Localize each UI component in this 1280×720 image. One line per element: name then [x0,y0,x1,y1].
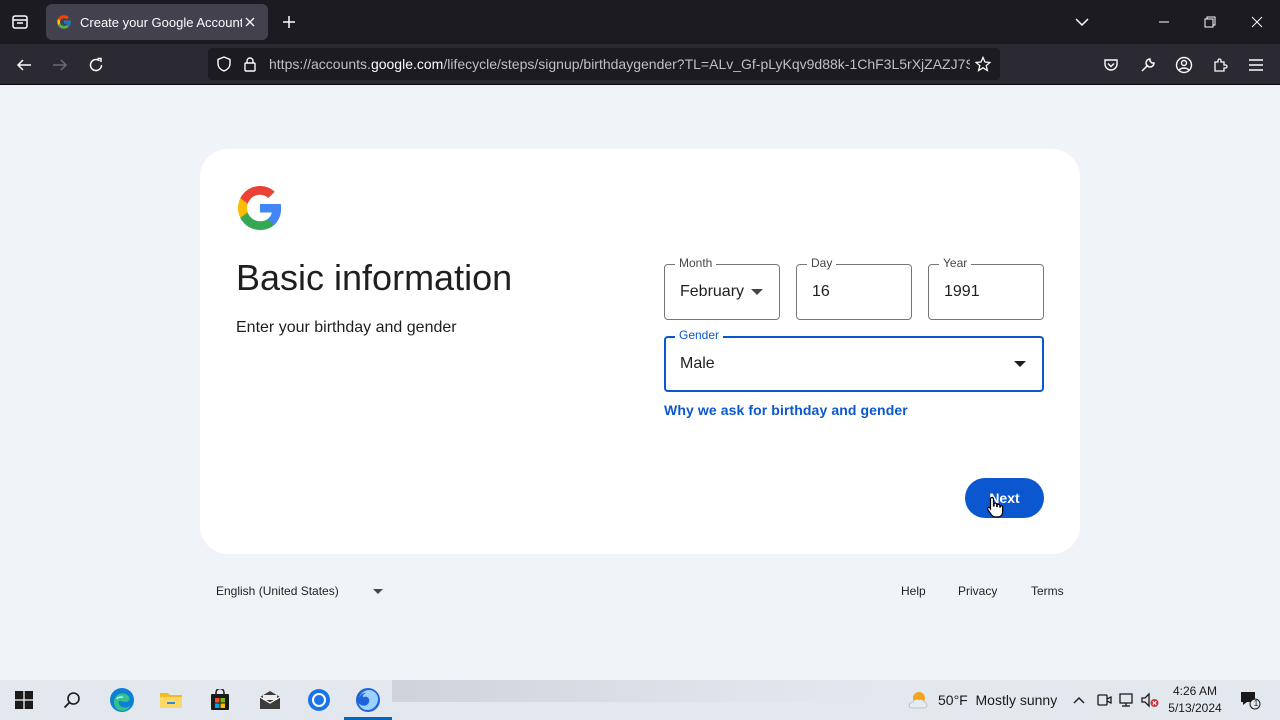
search-icon[interactable] [50,682,94,718]
new-tab-plus-icon[interactable] [278,11,300,33]
volume-muted-icon[interactable] [1140,690,1160,710]
year-label: Year [939,256,972,270]
google-logo-icon [236,184,284,232]
account-icon[interactable] [1171,52,1197,78]
restore-icon[interactable] [1198,10,1222,34]
page-title: Basic information [236,257,513,298]
browser-nav-bar: https://accounts.google.com/lifecycle/st… [0,44,1280,85]
pocket-icon[interactable] [1098,52,1124,78]
privacy-link[interactable]: Privacy [958,579,997,603]
weather-temperature: 50°F [938,692,968,708]
weather-description: Mostly sunny [975,692,1058,708]
month-label: Month [675,256,717,270]
mail-icon[interactable] [248,682,292,718]
taskbar-blur-region [392,680,892,702]
day-input[interactable]: Day 16 [796,256,912,320]
month-select[interactable]: Month February [664,256,780,320]
lock-icon[interactable] [237,51,263,77]
extensions-puzzle-icon[interactable] [1207,52,1233,78]
browser-tab-bar: Create your Google Account [0,0,1280,44]
gender-value: Male [680,355,715,372]
weather-text[interactable]: 50°F Mostly sunny [938,692,1057,708]
google-favicon-icon [56,14,72,30]
gender-label: Gender [675,328,724,342]
meet-now-icon[interactable] [1094,690,1114,710]
file-explorer-icon[interactable] [149,682,193,718]
clock-date: 5/13/2024 [1168,701,1222,715]
minimize-icon[interactable] [1152,10,1176,34]
url-path: /lifecycle/steps/signup/birthdaygender?T… [443,56,970,72]
edge-browser-icon[interactable] [100,682,144,718]
day-value: 16 [812,283,830,300]
notification-count: 1 [1253,699,1259,708]
notification-center-icon[interactable]: 1 [1238,690,1262,710]
terms-link[interactable]: Terms [1031,579,1064,603]
bookmark-star-icon[interactable] [970,51,996,77]
partly-sunny-weather-icon[interactable] [906,688,930,712]
year-input[interactable]: Year 1991 [928,256,1044,320]
windows-taskbar: 50°F Mostly sunny 4:26 AM 5/13/2024 1 [0,680,1280,720]
year-value: 1991 [944,283,980,300]
page-footer: English (United States) Help Privacy Ter… [0,579,1280,603]
language-select[interactable]: English (United States) [216,579,339,603]
help-link[interactable]: Help [901,579,926,603]
gender-select[interactable]: Gender Male [664,328,1044,392]
why-we-ask-link[interactable]: Why we ask for birthday and gender [664,402,908,418]
network-icon[interactable] [1117,690,1137,710]
signup-card: Basic information Enter your birthday an… [200,149,1080,554]
shield-icon[interactable] [211,51,237,77]
gender-dropdown-caret-icon [1008,352,1032,376]
url-domain: google.com [370,56,444,72]
page-subtitle: Enter your birthday and gender [236,319,457,336]
chevron-up-icon[interactable] [1069,690,1089,710]
month-value: February [680,283,745,300]
tab-list-icon[interactable] [8,10,32,34]
tab-title: Create your Google Account [80,14,242,30]
microsoft-store-icon[interactable] [198,682,242,718]
language-caret-icon[interactable] [370,583,386,599]
language-value: English (United States) [216,584,339,598]
wrench-icon[interactable] [1135,52,1161,78]
day-label: Day [807,256,837,270]
windows-start-icon[interactable] [2,682,46,718]
url-text[interactable]: https://accounts.google.com/lifecycle/st… [269,56,970,72]
clock-time: 4:26 AM [1172,684,1218,698]
chrome-browser-icon[interactable] [297,682,341,718]
reload-icon[interactable] [83,52,109,78]
page-content: Basic information Enter your birthday an… [0,85,1280,680]
system-clock[interactable]: 4:26 AM 5/13/2024 [1162,683,1228,717]
month-dropdown-caret-icon [745,280,769,304]
firefox-browser-icon[interactable] [346,682,390,718]
close-window-icon[interactable] [1245,10,1269,34]
back-arrow-icon[interactable] [11,52,37,78]
hamburger-menu-icon[interactable] [1243,52,1269,78]
chevron-down-icon[interactable] [1072,12,1092,32]
browser-tab-active[interactable]: Create your Google Account [46,4,268,40]
url-prefix: https://accounts. [269,56,371,72]
tab-close-icon[interactable] [242,14,258,30]
forward-arrow-icon[interactable] [47,52,73,78]
url-bar[interactable]: https://accounts.google.com/lifecycle/st… [208,48,1000,80]
next-button[interactable]: Next [965,478,1044,518]
